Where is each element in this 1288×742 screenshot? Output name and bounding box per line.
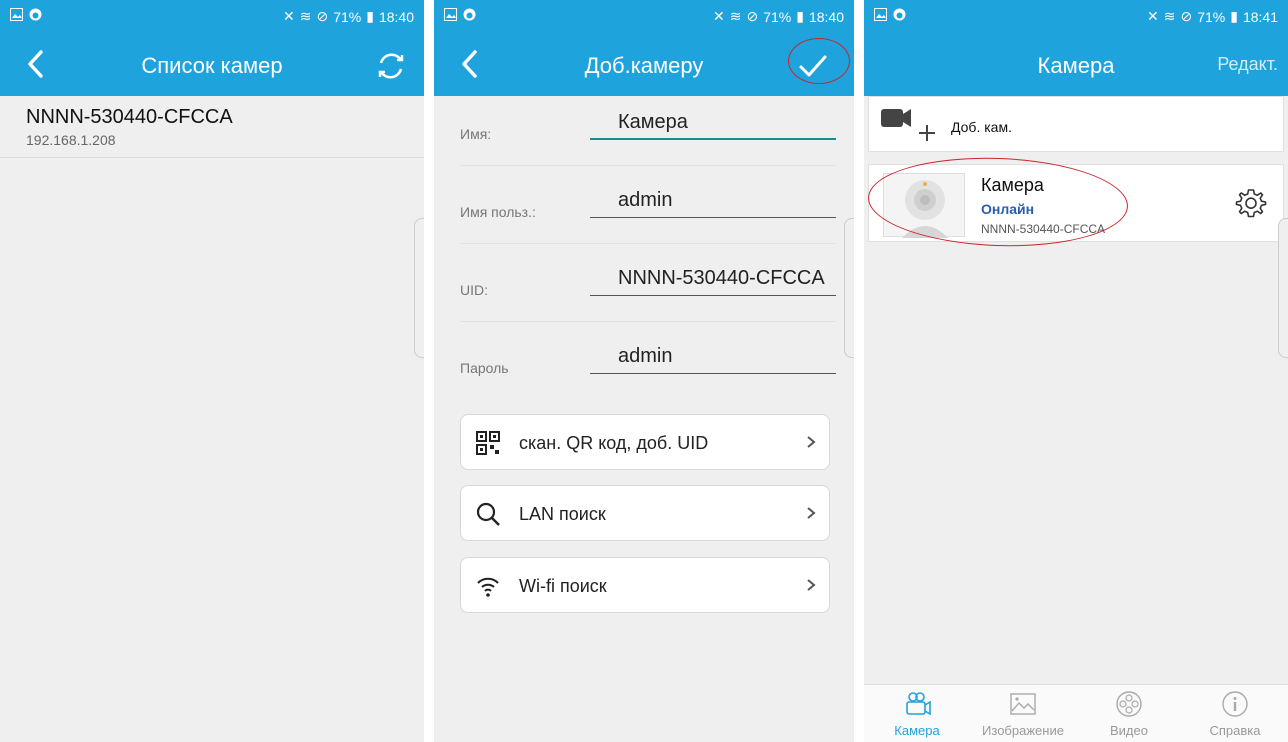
app-notification-icon [29,8,42,21]
username-field-row: Имя польз.: admin [460,166,836,244]
edit-button[interactable]: Редакт. [1217,54,1278,75]
field-label: Пароль [460,360,509,376]
blocked-icon: ⊘ [1180,8,1193,24]
info-icon [1222,691,1248,717]
app-notification-icon [463,8,476,21]
refresh-icon[interactable] [374,49,408,83]
status-bar: ✕ ≋ ⊘ 71% ▮ 18:40 [434,0,854,33]
clock: 18:40 [378,8,414,25]
gallery-notification-icon [444,8,457,21]
add-camera-label: Доб. кам. [951,119,1012,135]
clock: 18:41 [1242,8,1278,25]
tab-image[interactable]: Изображение [970,689,1076,738]
button-label: скан. QR код, доб. UID [519,433,709,453]
clock: 18:40 [808,8,844,25]
bottom-tab-bar: Камера Изображение Видео Справка [864,684,1288,742]
side-panel-handle[interactable] [1278,218,1288,358]
camera-tab-icon [906,692,931,716]
battery-icon: ▮ [366,8,374,24]
uid-field-row: UID: NNNN-530440-CFCCA [460,244,836,322]
side-panel-handle[interactable] [844,218,854,358]
chevron-right-icon [807,507,816,519]
tab-label: Камера [894,723,940,738]
camera-ip: 192.168.1.208 [26,132,116,148]
wifi-status-icon: ≋ [729,8,742,24]
field-label: Имя польз.: [460,204,536,220]
scan-qr-button[interactable]: скан. QR код, доб. UID [460,414,830,470]
button-label: LAN поиск [519,504,606,524]
wifi-status-icon: ≋ [1163,8,1176,24]
tab-video[interactable]: Видео [1076,689,1182,738]
gallery-notification-icon [874,8,887,21]
add-camera-button[interactable]: Доб. кам. [868,96,1284,152]
lan-search-button[interactable]: LAN поиск [460,485,830,541]
mute-icon: ✕ [1147,8,1159,24]
search-icon [476,502,500,526]
camera-home-screen: ✕ ≋ ⊘ 71% ▮ 18:41 Камера Редакт. Доб. ка… [864,0,1288,742]
wifi-status-icon: ≋ [299,8,312,24]
chevron-right-icon [807,579,816,591]
battery-percent: 71% [1197,8,1226,25]
wifi-icon [477,577,499,597]
uid-field[interactable]: NNNN-530440-CFCCA [590,264,836,296]
field-label: Имя: [460,126,492,142]
tab-label: Справка [1209,723,1261,738]
name-field-row: Имя: Камера [460,88,836,166]
battery-icon: ▮ [1230,8,1238,24]
status-bar: ✕ ≋ ⊘ 71% ▮ 18:40 [0,0,424,33]
battery-percent: 71% [333,8,362,25]
camera-list-item[interactable]: NNNN-530440-CFCCA 192.168.1.208 [0,96,424,158]
chevron-right-icon [807,436,816,448]
status-bar: ✕ ≋ ⊘ 71% ▮ 18:41 [864,0,1288,33]
camera-name: NNNN-530440-CFCCA [26,106,233,128]
gear-icon[interactable] [1235,187,1267,219]
tab-label: Изображение [982,723,1064,738]
mute-icon: ✕ [713,8,725,24]
side-panel-handle[interactable] [414,218,424,358]
app-notification-icon [893,8,906,21]
password-field[interactable]: admin [590,342,836,374]
navigation-bar: Камера Редакт. [864,33,1288,96]
add-camera-icon [881,109,935,141]
password-field-row: Пароль admin [460,322,836,400]
field-label: UID: [460,282,488,298]
battery-percent: 71% [763,8,792,25]
qr-code-icon [476,431,500,455]
image-tab-icon [1010,693,1036,715]
wifi-search-button[interactable]: Wi-fi поиск [460,557,830,613]
navigation-bar: Список камер [0,33,424,96]
blocked-icon: ⊘ [316,8,329,24]
tab-label: Видео [1110,723,1148,738]
page-title: Список камер [141,53,283,78]
camera-list-screen: ✕ ≋ ⊘ 71% ▮ 18:40 Список камер NNNN-5304… [0,0,424,742]
highlight-ellipse [788,38,850,84]
username-field[interactable]: admin [590,186,836,218]
battery-icon: ▮ [796,8,804,24]
name-field[interactable]: Камера [590,108,836,140]
button-label: Wi-fi поиск [519,576,607,596]
tab-help[interactable]: Справка [1182,689,1288,738]
gallery-notification-icon [10,8,23,21]
mute-icon: ✕ [283,8,295,24]
blocked-icon: ⊘ [746,8,759,24]
tab-camera[interactable]: Камера [864,689,970,738]
add-camera-screen: ✕ ≋ ⊘ 71% ▮ 18:40 Доб.камеру Имя: Камера… [434,0,854,742]
video-reel-icon [1116,691,1142,717]
